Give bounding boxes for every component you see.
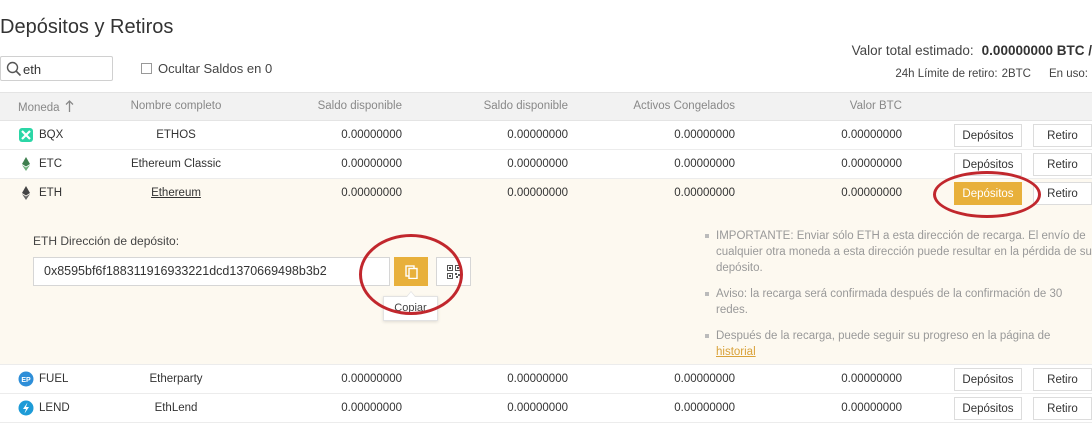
hide-zero-checkbox[interactable] [141,63,152,74]
deposit-address-field[interactable]: 0x8595bf6f188311916933221dcd1370669498b3… [33,257,390,286]
deposit-address-label: ETH Dirección de depósito: [33,234,180,248]
sort-up-icon [65,100,74,112]
available-balance: 0.00000000 [341,187,402,199]
withdraw-button[interactable]: Retiro [1033,153,1092,176]
coin-header-label: Moneda [18,102,60,114]
search-box[interactable] [0,56,113,81]
note-important: IMPORTANTE: Enviar sólo ETH a esta direc… [704,228,1092,276]
deposit-panel: ETH Dirección de depósito: 0x8595bf6f188… [0,209,1092,374]
frozen-assets: 0.00000000 [674,158,735,170]
qr-code-button[interactable] [436,257,471,286]
hide-zero-label: Ocultar Saldos en 0 [158,61,273,76]
balance-header: Saldo disponible [317,100,402,112]
coin-name: EthLend [154,402,198,414]
coin-symbol: ETH [39,187,62,199]
coin-name: Ethereum Classic [130,158,222,170]
withdraw-button[interactable]: Retiro [1033,182,1092,205]
note-history-text: Después de la recarga, puede seguir su p… [716,330,1051,342]
withdraw-limit: 24h Límite de retiro: 2BTC En uso: [891,68,1088,80]
deposit-button[interactable]: Depósitos [954,397,1022,420]
copy-address-button[interactable] [394,257,428,286]
btc-value-header: Valor BTC [849,100,902,112]
svg-text:EP: EP [21,377,31,384]
btc-value: 0.00000000 [841,187,902,199]
coin-name: ETHOS [156,129,196,141]
deposit-button[interactable]: Depósitos [954,153,1022,176]
frozen-assets: 0.00000000 [674,402,735,414]
deposit-button[interactable]: Depósitos [954,368,1022,391]
total-value: Valor total estimado: 0.00000000 BTC / [852,43,1092,58]
coin-name-link[interactable]: Ethereum [96,187,256,199]
coin-symbol: BQX [39,129,64,141]
note-confirmation: Aviso: la recarga será confirmada despué… [704,286,1092,318]
available-balance-2: 0.00000000 [507,158,568,170]
withdraw-button[interactable]: Retiro [1033,397,1092,420]
available-balance-2: 0.00000000 [507,187,568,199]
page-title: Depósitos y Retiros [0,16,174,38]
history-link[interactable]: historial [716,346,756,358]
coin-symbol: FUEL [39,373,69,385]
table-header: Moneda Nombre completo Saldo disponible … [0,92,1092,121]
hide-zero-toggle[interactable]: Ocultar Saldos en 0 [141,61,272,76]
available-balance-2: 0.00000000 [507,373,568,385]
table-row: LEND EthLend 0.00000000 0.00000000 0.000… [0,394,1092,423]
table-row: BQX ETHOS 0.00000000 0.00000000 0.000000… [0,121,1092,150]
fuel-icon: EP [18,371,34,387]
total-amount: 0.00000000 BTC / [981,43,1092,58]
table-row: EP FUEL Etherparty 0.00000000 0.00000000… [0,365,1092,394]
balance2-header: Saldo disponible [483,100,568,112]
limit-value: 2BTC [1001,68,1031,80]
available-balance: 0.00000000 [341,158,402,170]
available-balance: 0.00000000 [341,129,402,141]
available-balance-2: 0.00000000 [507,402,568,414]
bqx-icon [19,128,33,142]
name-header: Nombre completo [130,100,222,112]
copy-icon [404,264,418,279]
search-icon [6,61,22,77]
coin-symbol: ETC [39,158,62,170]
table-row: ETC Ethereum Classic 0.00000000 0.000000… [0,150,1092,179]
etc-icon [22,157,30,171]
deposit-button[interactable]: Depósitos [954,124,1022,147]
coin-header[interactable]: Moneda [18,100,74,114]
withdraw-button[interactable]: Retiro [1033,124,1092,147]
eth-icon [22,186,30,200]
total-label: Valor total estimado: [851,43,974,58]
btc-value: 0.00000000 [841,129,902,141]
available-balance: 0.00000000 [341,402,402,414]
coin-symbol: LEND [39,402,70,414]
btc-value: 0.00000000 [841,373,902,385]
frozen-header: Activos Congelados [633,100,735,112]
frozen-assets: 0.00000000 [674,129,735,141]
table-row-active: ETH Ethereum 0.00000000 0.00000000 0.000… [0,179,1092,209]
in-use-label: En uso: [1049,68,1088,80]
deposit-button-active[interactable]: Depósitos [954,182,1022,205]
available-balance: 0.00000000 [341,373,402,385]
available-balance-2: 0.00000000 [507,129,568,141]
frozen-assets: 0.00000000 [674,187,735,199]
search-input[interactable] [23,60,108,78]
copy-tooltip: Copiar [383,291,438,321]
btc-value: 0.00000000 [841,158,902,170]
limit-label: 24h Límite de retiro: [895,68,998,80]
withdraw-button[interactable]: Retiro [1033,368,1092,391]
frozen-assets: 0.00000000 [674,373,735,385]
qr-code-icon [446,264,461,279]
deposit-notes: IMPORTANTE: Enviar sólo ETH a esta direc… [704,228,1092,386]
lend-icon [18,400,34,416]
btc-value: 0.00000000 [841,402,902,414]
coin-name: Etherparty [149,373,203,385]
